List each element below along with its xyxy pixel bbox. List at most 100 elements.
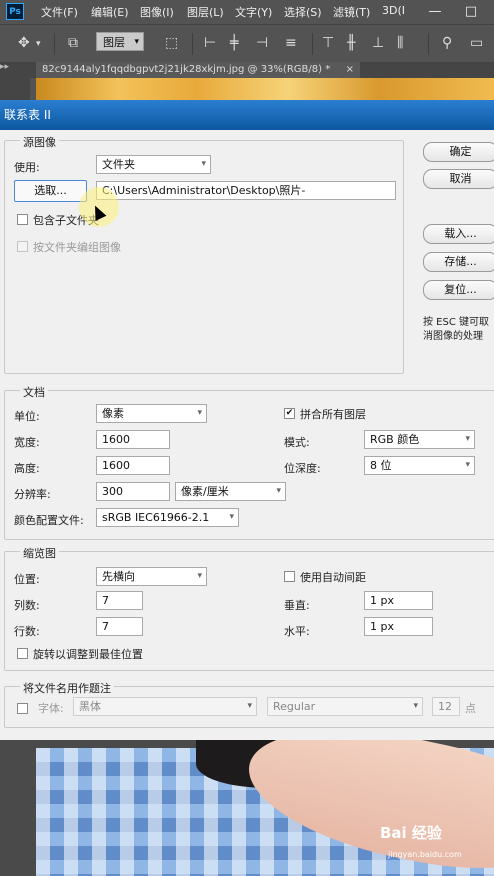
menu-image[interactable]: 图像(I): [140, 4, 174, 20]
horizontal-spacing-input[interactable]: 1 px: [364, 617, 433, 636]
reset-button[interactable]: 复位...: [423, 280, 494, 300]
align-top-icon[interactable]: ⊤: [322, 35, 334, 51]
document-tab-label: 82c9144aly1fqqdbgpvt2j21jk28xkjm.jpg @ 3…: [42, 64, 331, 75]
chevron-down-icon: ▾: [276, 486, 281, 496]
menu-filter[interactable]: 滤镜(T): [333, 4, 370, 20]
columns-input[interactable]: 7: [96, 591, 143, 610]
menu-3d[interactable]: 3D(I: [382, 4, 405, 17]
unit-label: 单位:: [14, 410, 40, 423]
caption-size-input[interactable]: 12: [432, 697, 460, 716]
align-center-icon[interactable]: ╪: [230, 35, 238, 51]
folder-path-field[interactable]: C:\Users\Administrator\Desktop\照片-: [96, 181, 396, 200]
rows-input[interactable]: 7: [96, 617, 143, 636]
vertical-spacing-input[interactable]: 1 px: [364, 591, 433, 610]
canvas-image-top: [36, 78, 494, 100]
auto-select-icon[interactable]: ⧉: [68, 35, 78, 51]
auto-spacing-checkbox[interactable]: [284, 571, 295, 582]
distribute-icon[interactable]: ≡: [285, 35, 297, 51]
rotate-best-fit-checkbox[interactable]: [17, 648, 28, 659]
chevron-down-icon: ▾: [134, 37, 139, 47]
caption-font-select[interactable]: 黑体 ▾: [73, 697, 257, 716]
include-subfolders-checkbox[interactable]: [17, 214, 28, 225]
transform-controls-icon[interactable]: ⬚: [165, 35, 178, 51]
height-input[interactable]: 1600: [96, 456, 170, 475]
move-tool-icon[interactable]: ✥: [18, 35, 30, 51]
document-group-title: 文档: [20, 384, 48, 400]
place-label: 位置:: [14, 573, 40, 586]
chevron-down-icon: ▾: [197, 571, 202, 581]
height-label: 高度:: [14, 462, 40, 475]
chevron-down-icon: ▾: [197, 408, 202, 418]
menu-bar: Ps 文件(F) 编辑(E) 图像(I) 图层(L) 文字(Y) 选择(S) 滤…: [0, 0, 494, 24]
align-bottom-icon[interactable]: ⊥: [372, 35, 384, 51]
minimize-button[interactable]: —: [420, 0, 450, 24]
mode-select[interactable]: RGB 颜色 ▾: [364, 430, 475, 449]
use-select[interactable]: 文件夹 ▾: [96, 155, 211, 174]
resolution-unit-select[interactable]: 像素/厘米 ▾: [175, 482, 286, 501]
use-filename-caption-checkbox[interactable]: [17, 703, 28, 714]
ok-button[interactable]: 确定: [423, 142, 494, 162]
escape-hint-text: 按 ESC 键可取消图像的处理: [423, 317, 490, 342]
caption-style-select[interactable]: Regular ▾: [267, 697, 423, 716]
caption-group-title: 将文件名用作题注: [20, 680, 114, 696]
menu-select[interactable]: 选择(S): [284, 4, 322, 20]
auto-select-dropdown[interactable]: 图层 ▾: [96, 32, 144, 51]
bit-depth-label: 位深度:: [284, 462, 321, 475]
tools-panel-collapsed[interactable]: ▸▸: [0, 62, 30, 102]
toolbar-divider: [312, 33, 313, 55]
source-images-title: 源图像: [20, 134, 59, 150]
baidu-watermark-url: jingyan.baidu.com: [388, 850, 462, 859]
close-icon[interactable]: ×: [346, 62, 354, 78]
resolution-label: 分辨率:: [14, 488, 51, 501]
menu-edit[interactable]: 编辑(E): [91, 4, 129, 20]
cancel-button[interactable]: 取消: [423, 169, 494, 189]
font-label: 字体:: [38, 702, 64, 715]
search-icon[interactable]: ⚲: [442, 35, 452, 51]
resolution-input[interactable]: 300: [96, 482, 170, 501]
load-button[interactable]: 载入...: [423, 224, 494, 244]
workspace-icon[interactable]: ▭: [470, 35, 483, 51]
align-right-icon[interactable]: ⊣: [256, 35, 268, 51]
chevron-down-icon: ▾: [247, 701, 252, 711]
rotate-best-fit-label: 旋转以调整到最佳位置: [33, 648, 143, 661]
unit-select[interactable]: 像素 ▾: [96, 404, 207, 423]
caption-size-unit: 点: [465, 702, 476, 715]
source-images-group: [4, 140, 404, 374]
baidu-watermark: Bai 经验: [380, 824, 442, 842]
align-left-icon[interactable]: ⊢: [204, 35, 216, 51]
flatten-layers-label: 拼合所有图层: [300, 408, 366, 421]
chevron-down-icon: ▾: [413, 701, 418, 711]
choose-button[interactable]: 选取...: [14, 180, 87, 202]
expand-icon: ▸▸: [0, 62, 10, 72]
color-profile-select[interactable]: sRGB IEC61966-2.1 ▾: [96, 508, 239, 527]
use-label: 使用:: [14, 161, 40, 174]
align-middle-icon[interactable]: ╫: [347, 35, 355, 51]
width-input[interactable]: 1600: [96, 430, 170, 449]
distribute-vertical-icon[interactable]: ⫼: [397, 35, 403, 51]
bit-depth-select[interactable]: 8 位 ▾: [364, 456, 475, 475]
chevron-down-icon: ▾: [465, 434, 470, 444]
dialog-title: 联系表 II: [0, 100, 494, 130]
columns-label: 列数:: [14, 599, 40, 612]
horizontal-spacing-label: 水平:: [284, 625, 310, 638]
group-by-folder-checkbox[interactable]: [17, 241, 28, 252]
menu-layer[interactable]: 图层(L): [187, 4, 224, 20]
photoshop-logo-icon: Ps: [6, 3, 24, 20]
menu-type[interactable]: 文字(Y): [235, 4, 272, 20]
restore-button[interactable]: □: [456, 0, 486, 24]
save-button[interactable]: 存储...: [423, 252, 494, 272]
chevron-down-icon: ▾: [229, 512, 234, 522]
flatten-layers-checkbox[interactable]: ✔: [284, 408, 295, 419]
chevron-down-icon[interactable]: ▾: [36, 39, 41, 49]
color-profile-label: 颜色配置文件:: [14, 514, 84, 527]
thumbnails-group-title: 缩览图: [20, 545, 59, 561]
toolbar-divider: [54, 33, 55, 55]
place-select[interactable]: 先横向 ▾: [96, 567, 207, 586]
chevron-down-icon: ▾: [201, 159, 206, 169]
toolbar-divider: [192, 33, 193, 55]
menu-file[interactable]: 文件(F): [41, 4, 78, 20]
group-by-folder-label: 按文件夹编组图像: [33, 241, 121, 254]
document-tab[interactable]: 82c9144aly1fqqdbgpvt2j21jk28xkjm.jpg @ 3…: [36, 62, 360, 78]
toolbar-divider: [428, 33, 429, 55]
chevron-down-icon: ▾: [465, 460, 470, 470]
